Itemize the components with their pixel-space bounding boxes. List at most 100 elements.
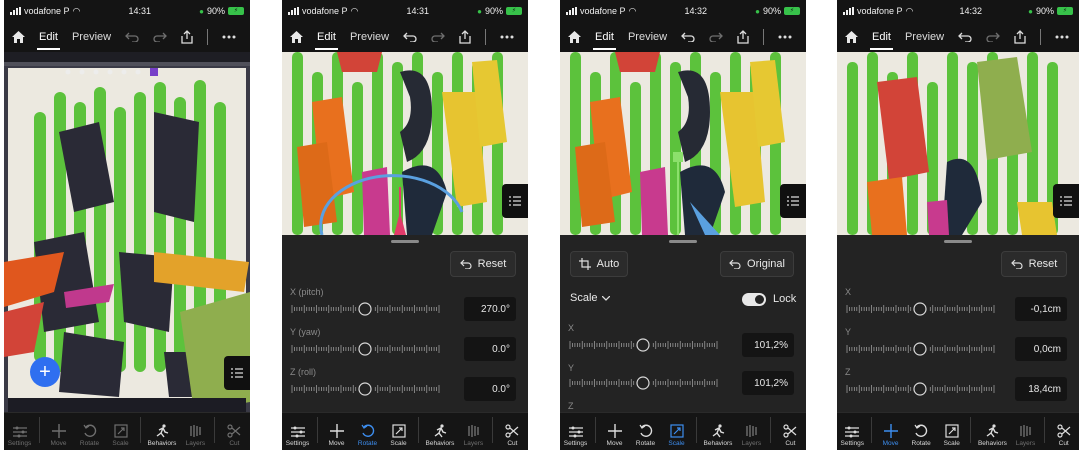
tool-cut[interactable]: Cut	[1052, 424, 1076, 447]
tool-cut[interactable]: Cut	[500, 424, 524, 447]
slider-handle[interactable]	[636, 376, 650, 390]
tool-scale[interactable]: Scale	[109, 424, 133, 447]
share-icon[interactable]	[737, 30, 749, 44]
move-x-slider[interactable]	[845, 302, 995, 316]
panel-grabber[interactable]	[944, 240, 972, 243]
slider-handle[interactable]	[358, 342, 372, 356]
slider-handle[interactable]	[358, 382, 372, 396]
slider-handle[interactable]	[913, 342, 927, 356]
reset-button[interactable]: Reset	[1001, 251, 1067, 277]
slider-handle[interactable]	[913, 302, 927, 316]
tool-layers[interactable]: Layers	[461, 424, 485, 447]
tool-move[interactable]: Move	[325, 424, 349, 447]
scale-mode-dropdown[interactable]: Scale	[570, 292, 610, 304]
tool-settings[interactable]: Settings	[564, 426, 588, 447]
signal-icon	[566, 7, 577, 15]
ar-camera-view[interactable]	[837, 52, 1079, 235]
tool-settings[interactable]: Settings	[286, 426, 310, 447]
list-icon[interactable]	[1053, 184, 1079, 218]
tool-behaviors[interactable]: Behaviors	[148, 424, 176, 447]
undo-icon[interactable]	[681, 32, 695, 42]
tool-rotate[interactable]: Rotate	[634, 424, 658, 447]
more-icon[interactable]	[1055, 35, 1069, 39]
home-icon[interactable]	[845, 31, 858, 43]
x-pitch-slider[interactable]	[290, 302, 440, 316]
move-x-value[interactable]: -0,1cm	[1015, 297, 1067, 321]
share-icon[interactable]	[459, 30, 471, 44]
tool-behaviors[interactable]: Behaviors	[704, 424, 732, 447]
move-y-slider[interactable]	[845, 342, 995, 356]
ar-camera-view[interactable]	[282, 52, 528, 235]
tool-rotate[interactable]: Rotate	[78, 424, 102, 447]
original-button[interactable]: Original	[720, 251, 794, 277]
scale-y-slider[interactable]	[568, 376, 718, 390]
home-icon[interactable]	[290, 31, 303, 43]
move-z-value[interactable]: 18,4cm	[1015, 377, 1067, 401]
move-z-slider[interactable]	[845, 382, 995, 396]
y-yaw-slider[interactable]	[290, 342, 440, 356]
x-pitch-value[interactable]: 270.0°	[464, 297, 516, 321]
tool-scale[interactable]: Scale	[665, 424, 689, 447]
tab-edit[interactable]: Edit	[315, 31, 338, 50]
tab-preview[interactable]: Preview	[350, 31, 389, 43]
tool-layers[interactable]: Layers	[739, 424, 763, 447]
tab-edit[interactable]: Edit	[593, 31, 616, 50]
redo-icon[interactable]	[986, 32, 1001, 42]
ar-camera-view[interactable]: +	[4, 52, 250, 412]
reset-button[interactable]: Reset	[450, 251, 516, 277]
panel-grabber[interactable]	[391, 240, 419, 243]
undo-icon[interactable]	[403, 32, 417, 42]
tool-scale[interactable]: Scale	[940, 424, 964, 447]
tool-settings[interactable]: Settings	[840, 426, 864, 447]
move-y-value[interactable]: 0,0cm	[1015, 337, 1067, 361]
tool-layers[interactable]: Layers	[1013, 424, 1037, 447]
tab-preview[interactable]: Preview	[72, 31, 111, 43]
slider-handle[interactable]	[913, 382, 927, 396]
home-icon[interactable]	[12, 31, 25, 43]
share-icon[interactable]	[181, 30, 193, 44]
tool-behaviors[interactable]: Behaviors	[426, 424, 454, 447]
z-roll-value[interactable]: 0.0°	[464, 377, 516, 401]
tab-preview[interactable]: Preview	[905, 31, 944, 43]
scale-x-value[interactable]: 101,2%	[742, 333, 794, 357]
list-icon[interactable]	[502, 184, 528, 218]
slider-handle[interactable]	[358, 302, 372, 316]
tab-edit[interactable]: Edit	[870, 31, 893, 50]
tool-cut[interactable]: Cut	[222, 424, 246, 447]
share-icon[interactable]	[1014, 30, 1026, 44]
y-yaw-value[interactable]: 0.0°	[464, 337, 516, 361]
undo-icon[interactable]	[958, 32, 972, 42]
tool-behaviors[interactable]: Behaviors	[978, 424, 1007, 447]
scale-x-slider[interactable]	[568, 338, 718, 352]
tab-edit[interactable]: Edit	[37, 31, 60, 50]
tool-move[interactable]: Move	[879, 424, 903, 447]
tool-scale[interactable]: Scale	[387, 424, 411, 447]
tool-rotate[interactable]: Rotate	[356, 424, 380, 447]
undo-icon[interactable]	[125, 32, 139, 42]
more-icon[interactable]	[500, 35, 514, 39]
slider-handle[interactable]	[636, 338, 650, 352]
scale-y-value[interactable]: 101,2%	[742, 371, 794, 395]
redo-icon[interactable]	[431, 32, 446, 42]
tool-move[interactable]: Move	[47, 424, 71, 447]
list-icon[interactable]	[780, 184, 806, 218]
more-icon[interactable]	[222, 35, 236, 39]
z-roll-slider[interactable]	[290, 382, 440, 396]
move-icon	[883, 424, 898, 438]
lock-toggle[interactable]	[742, 293, 766, 306]
list-icon[interactable]	[224, 356, 250, 390]
tool-rotate[interactable]: Rotate	[909, 424, 933, 447]
tab-preview[interactable]: Preview	[628, 31, 667, 43]
redo-icon[interactable]	[153, 32, 168, 42]
ar-camera-view[interactable]	[560, 52, 806, 235]
tool-cut[interactable]: Cut	[778, 424, 802, 447]
tool-layers[interactable]: Layers	[183, 424, 207, 447]
panel-grabber[interactable]	[669, 240, 697, 243]
more-icon[interactable]	[778, 35, 792, 39]
tool-settings[interactable]: Settings	[8, 426, 32, 447]
tool-move[interactable]: Move	[603, 424, 627, 447]
redo-icon[interactable]	[709, 32, 724, 42]
home-icon[interactable]	[568, 31, 581, 43]
add-object-button[interactable]: +	[30, 357, 60, 387]
auto-button[interactable]: Auto	[570, 251, 628, 277]
